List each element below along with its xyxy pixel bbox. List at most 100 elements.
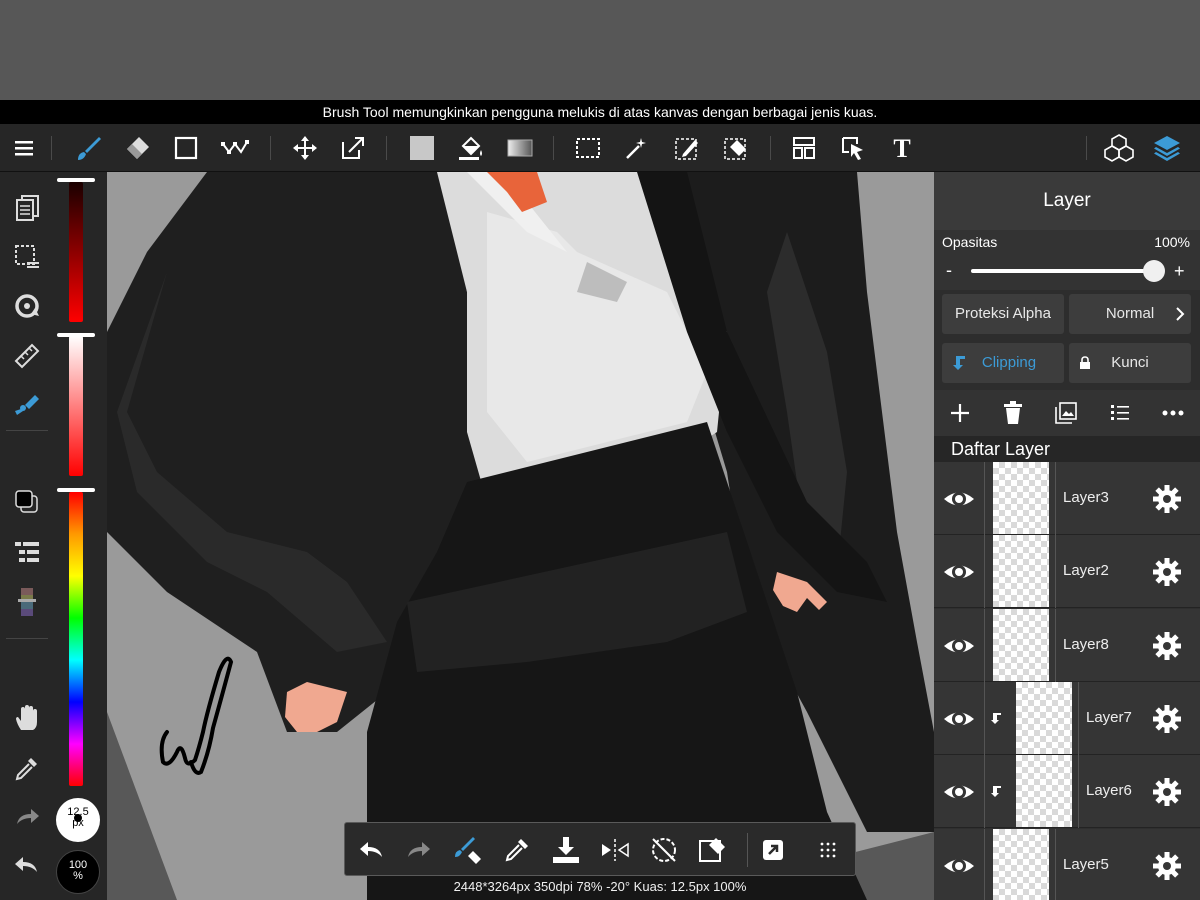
visibility-eye-icon[interactable]	[942, 555, 976, 589]
layer-list-icon[interactable]	[9, 534, 45, 570]
layer-thumbnail[interactable]	[1016, 755, 1072, 828]
bucket-icon[interactable]	[455, 132, 487, 164]
snap-pen-icon[interactable]	[9, 387, 45, 423]
pages-icon[interactable]	[9, 190, 45, 226]
opacity-slider-track[interactable]	[971, 269, 1154, 273]
select-rect-icon[interactable]	[170, 132, 202, 164]
layer-thumbnail[interactable]	[993, 462, 1049, 534]
fill-color-icon[interactable]	[406, 132, 438, 164]
layer-thumbnail[interactable]	[993, 608, 1049, 681]
slider-handle[interactable]	[57, 333, 95, 337]
share-icon[interactable]	[756, 833, 790, 867]
delete-layer-icon[interactable]	[1003, 401, 1023, 425]
gradient-icon[interactable]	[504, 132, 536, 164]
opacity-plus-button[interactable]: +	[1174, 261, 1185, 282]
brush-size-indicator[interactable]: 12.5 px	[56, 798, 100, 842]
marquee-icon[interactable]	[572, 132, 604, 164]
reset-rotation-icon[interactable]	[647, 833, 681, 867]
layer-thumbnail[interactable]	[1016, 681, 1072, 754]
save-icon[interactable]	[549, 833, 583, 867]
flip-horizontal-icon[interactable]	[598, 833, 632, 867]
color-swatch-icon[interactable]	[9, 484, 45, 520]
layer-settings-gear-icon[interactable]	[1152, 777, 1182, 807]
more-options-icon[interactable]	[1162, 410, 1184, 416]
visibility-eye-icon[interactable]	[942, 775, 976, 809]
rotate-icon[interactable]	[9, 288, 45, 324]
layer-settings-gear-icon[interactable]	[1152, 851, 1182, 881]
visibility-eye-icon[interactable]	[942, 849, 976, 883]
layer-name: Layer2	[1063, 562, 1109, 580]
undo-icon[interactable]	[354, 833, 388, 867]
hand-icon[interactable]	[9, 700, 45, 736]
ruler-icon[interactable]	[9, 338, 45, 374]
redo-icon[interactable]	[402, 833, 436, 867]
eyedropper-icon[interactable]	[500, 833, 534, 867]
brush-opacity-value: 100	[68, 859, 88, 871]
select-eraser-icon[interactable]	[720, 132, 752, 164]
brush-opacity-indicator[interactable]: 100 %	[56, 850, 100, 894]
layer-row[interactable]: Layer5	[934, 828, 1200, 900]
slider-handle[interactable]	[57, 488, 95, 492]
clipping-button[interactable]: Clipping	[942, 343, 1064, 383]
layer-image-icon[interactable]	[1055, 402, 1077, 424]
layer-divider	[984, 535, 985, 609]
slider-handle[interactable]	[57, 178, 95, 182]
brush-eraser-toggle-icon[interactable]	[451, 833, 485, 867]
lock-button[interactable]: Kunci	[1069, 343, 1191, 383]
chevron-right-icon	[1176, 307, 1185, 321]
grid-menu-icon[interactable]	[811, 833, 845, 867]
eyedropper-icon[interactable]	[9, 750, 45, 786]
layers-icon[interactable]	[1151, 132, 1183, 164]
layer-row[interactable]: Layer7	[934, 681, 1200, 755]
text-icon[interactable]: T	[886, 132, 918, 164]
selection-menu-icon[interactable]	[9, 239, 45, 275]
toolbar-separator	[770, 136, 771, 160]
protect-alpha-button[interactable]: Proteksi Alpha	[942, 294, 1064, 334]
layer-settings-gear-icon[interactable]	[1152, 631, 1182, 661]
undo-icon[interactable]	[9, 848, 45, 884]
brush-icon[interactable]	[73, 132, 105, 164]
opacity-value: 100%	[1154, 234, 1190, 250]
saturation-slider[interactable]	[69, 336, 83, 476]
layer-row[interactable]: Layer3	[934, 462, 1200, 535]
layer-divider	[984, 608, 985, 682]
select-pen-icon[interactable]	[671, 132, 703, 164]
layer-row[interactable]: Layer8	[934, 608, 1200, 682]
clear-layer-icon[interactable]	[696, 833, 730, 867]
hue-slider[interactable]	[69, 492, 83, 786]
layer-settings-gear-icon[interactable]	[1152, 704, 1182, 734]
redo-icon[interactable]	[9, 800, 45, 836]
layer-row[interactable]: Layer2	[934, 535, 1200, 609]
select-layer-icon[interactable]	[837, 132, 869, 164]
opacity-minus-button[interactable]: -	[946, 260, 952, 281]
panel-title: Layer	[934, 172, 1200, 230]
layer-thumbnail[interactable]	[993, 828, 1049, 900]
palette-icon[interactable]	[9, 584, 45, 620]
lasso-icon[interactable]	[219, 132, 251, 164]
drawing-canvas[interactable]	[107, 172, 934, 900]
layer-settings-gear-icon[interactable]	[1152, 484, 1182, 514]
eraser-icon[interactable]	[121, 132, 153, 164]
layer-thumbnail[interactable]	[993, 535, 1049, 608]
opacity-slider-knob[interactable]	[1143, 260, 1165, 282]
clipping-indicator-icon	[991, 712, 1001, 724]
add-layer-icon[interactable]	[949, 402, 971, 424]
layer-row[interactable]: Layer6	[934, 755, 1200, 829]
transform-icon[interactable]	[337, 132, 369, 164]
visibility-eye-icon[interactable]	[942, 482, 976, 516]
visibility-eye-icon[interactable]	[942, 629, 976, 663]
brush-sliders: 12.5 px 100 %	[55, 172, 107, 900]
magic-wand-icon[interactable]	[621, 132, 653, 164]
hue-dark-slider[interactable]	[69, 182, 83, 322]
menu-icon[interactable]	[9, 132, 41, 164]
visibility-eye-icon[interactable]	[942, 702, 976, 736]
layer-divider	[984, 828, 985, 900]
materials-icon[interactable]	[1103, 132, 1135, 164]
top-band	[0, 0, 1200, 100]
move-icon[interactable]	[289, 132, 321, 164]
layer-divider	[1078, 755, 1079, 829]
blend-mode-button[interactable]: Normal	[1069, 294, 1191, 334]
layer-properties-icon[interactable]	[1110, 403, 1130, 423]
layer-settings-gear-icon[interactable]	[1152, 557, 1182, 587]
layout-icon[interactable]	[788, 132, 820, 164]
